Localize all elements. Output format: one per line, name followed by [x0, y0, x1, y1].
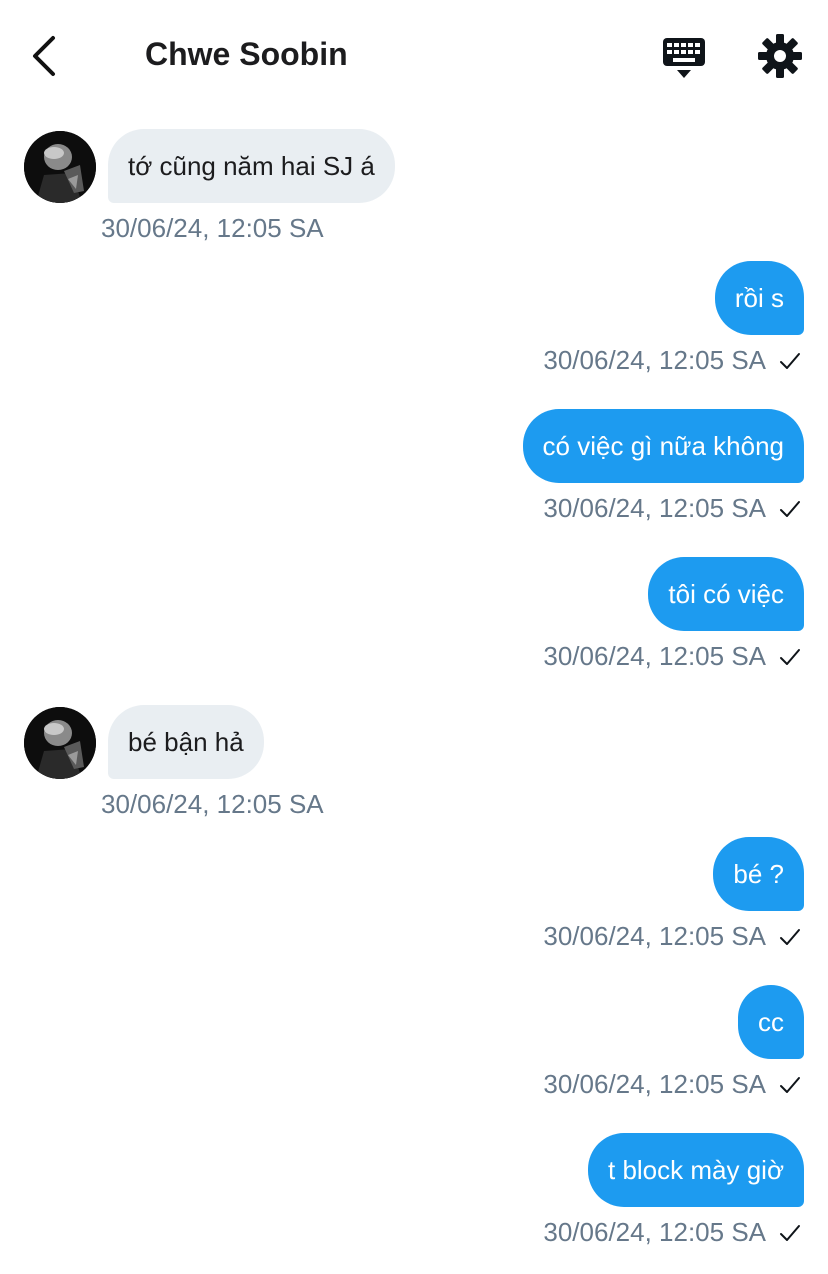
- outgoing-message-bubble[interactable]: có việc gì nữa không: [522, 409, 804, 483]
- message-timestamp: 30/06/24, 12:05 SA: [543, 921, 766, 951]
- keyboard-toggle-button[interactable]: [658, 34, 710, 82]
- keyboard-icon: [663, 38, 705, 78]
- message-timestamp: 30/06/24, 12:05 SA: [543, 1217, 766, 1247]
- chevron-left-icon: [33, 36, 55, 76]
- sent-check-icon: [780, 1225, 800, 1241]
- outgoing-message-bubble[interactable]: tôi có việc: [648, 557, 804, 631]
- sent-check-icon: [780, 353, 800, 369]
- message-timestamp: 30/06/24, 12:05 SA: [543, 1069, 766, 1099]
- conversation-header: Chwe Soobin: [0, 0, 828, 110]
- avatar[interactable]: [24, 131, 96, 203]
- settings-button[interactable]: [756, 32, 804, 80]
- gear-icon: [758, 34, 802, 78]
- incoming-message-bubble[interactable]: bé bận hả: [108, 705, 264, 779]
- sent-check-icon: [780, 929, 800, 945]
- avatar[interactable]: [24, 707, 96, 779]
- sent-check-icon: [780, 501, 800, 517]
- message-timestamp: 30/06/24, 12:05 SA: [543, 641, 766, 671]
- incoming-message-bubble[interactable]: tớ cũng năm hai SJ á: [108, 129, 395, 203]
- back-button[interactable]: [22, 30, 66, 82]
- outgoing-message-bubble[interactable]: rồi s: [714, 261, 804, 335]
- outgoing-message-bubble[interactable]: cc: [738, 985, 804, 1059]
- message-timestamp: 30/06/24, 12:05 SA: [101, 213, 324, 243]
- sent-check-icon: [780, 1077, 800, 1093]
- outgoing-message-bubble[interactable]: bé ?: [713, 837, 804, 911]
- message-timestamp: 30/06/24, 12:05 SA: [101, 789, 324, 819]
- conversation-title: Chwe Soobin: [145, 36, 348, 72]
- contact-photo: [24, 131, 96, 203]
- contact-photo: [24, 707, 96, 779]
- message-timestamp: 30/06/24, 12:05 SA: [543, 345, 766, 375]
- message-timestamp: 30/06/24, 12:05 SA: [543, 493, 766, 523]
- sent-check-icon: [780, 649, 800, 665]
- outgoing-message-bubble[interactable]: t block mày giờ: [588, 1133, 804, 1207]
